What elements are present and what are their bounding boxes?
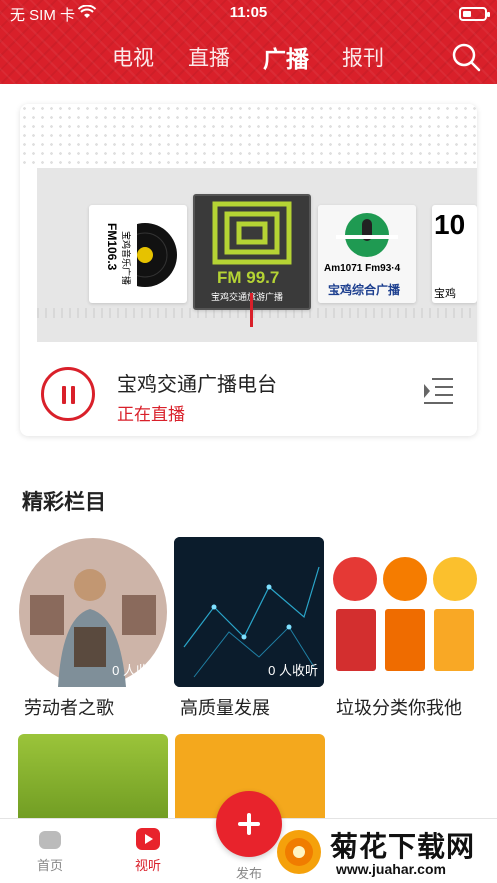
radio-player-card: FM106.3 宝鸡音乐广播 FM 99.7 宝鸡交通旅游广播 Am1071 F… xyxy=(20,104,477,436)
station-logo-music[interactable]: FM106.3 宝鸡音乐广播 xyxy=(89,205,187,303)
program-tile-development[interactable]: 0 人收听 xyxy=(174,537,324,687)
top-nav: 电视 直播 广播 报刊 xyxy=(0,40,497,76)
program-tile-worker[interactable]: 0 人收听 xyxy=(18,537,168,687)
playlist-icon[interactable] xyxy=(422,376,454,406)
station-carousel[interactable]: FM106.3 宝鸡音乐广播 FM 99.7 宝鸡交通旅游广播 Am1071 F… xyxy=(37,168,477,342)
nav-home[interactable]: 首页 xyxy=(20,827,80,874)
station-4-sub: 宝鸡 xyxy=(434,288,456,300)
app-screen: 无 SIM 卡 11:05 电视 直播 广播 报刊 FM106.3 宝鸡音乐广播… xyxy=(0,0,497,883)
tab-tv[interactable]: 电视 xyxy=(112,42,154,72)
live-status: 正在直播 xyxy=(117,405,185,424)
program-title-1[interactable]: 劳动者之歌 xyxy=(24,694,114,720)
watermark: 菊花下载网 www.juahar.com xyxy=(270,823,497,883)
search-icon[interactable] xyxy=(451,42,481,72)
battery-icon xyxy=(459,7,490,21)
nav-listen-label: 视听 xyxy=(134,858,161,873)
listener-count: 0 人收听 xyxy=(112,663,162,678)
station-name: 宝鸡交通广播电台 xyxy=(117,374,277,396)
pause-button[interactable] xyxy=(41,367,95,421)
watermark-title: 菊花下载网 xyxy=(330,831,476,862)
flower-icon xyxy=(277,830,321,874)
listener-count: 0 人收听 xyxy=(268,663,318,678)
section-title: 精彩栏目 xyxy=(22,491,106,514)
dot-pattern xyxy=(20,104,477,164)
status-bar: 无 SIM 卡 11:05 xyxy=(0,4,497,24)
station-3-sub: 宝鸡综合广播 xyxy=(328,283,401,297)
program-tile-recycling[interactable] xyxy=(330,537,480,687)
dial-needle xyxy=(250,293,253,327)
tab-press[interactable]: 报刊 xyxy=(342,42,384,72)
clock: 11:05 xyxy=(229,4,268,21)
station-2-text: FM 99.7 xyxy=(217,268,280,287)
station-1-text: FM106.3 xyxy=(105,223,119,271)
play-icon xyxy=(135,827,161,851)
tab-live[interactable]: 直播 xyxy=(188,42,230,72)
program-title-3[interactable]: 垃圾分类你我他 xyxy=(336,694,462,720)
station-logo-4[interactable]: 10 宝鸡 xyxy=(432,205,477,303)
tab-radio[interactable]: 广播 xyxy=(263,40,309,74)
station-3-text: Am1071 Fm93·4 xyxy=(324,263,401,274)
nav-home-label: 首页 xyxy=(36,858,63,873)
station-logo-general[interactable]: Am1071 Fm93·4 宝鸡综合广播 xyxy=(318,205,416,303)
nav-listen[interactable]: 视听 xyxy=(118,827,178,874)
header: 无 SIM 卡 11:05 电视 直播 广播 报刊 xyxy=(0,0,497,84)
nav-publish-label: 发布 xyxy=(235,866,262,881)
home-icon xyxy=(37,827,63,851)
station-1-sub: 宝鸡音乐广播 xyxy=(121,231,131,286)
station-4-text: 10 xyxy=(434,209,466,240)
program-title-2[interactable]: 高质量发展 xyxy=(180,694,270,720)
program-tile-field[interactable] xyxy=(18,734,168,824)
watermark-url: www.juahar.com xyxy=(336,861,446,877)
station-2-sub: 宝鸡交通旅游广播 xyxy=(211,292,284,302)
